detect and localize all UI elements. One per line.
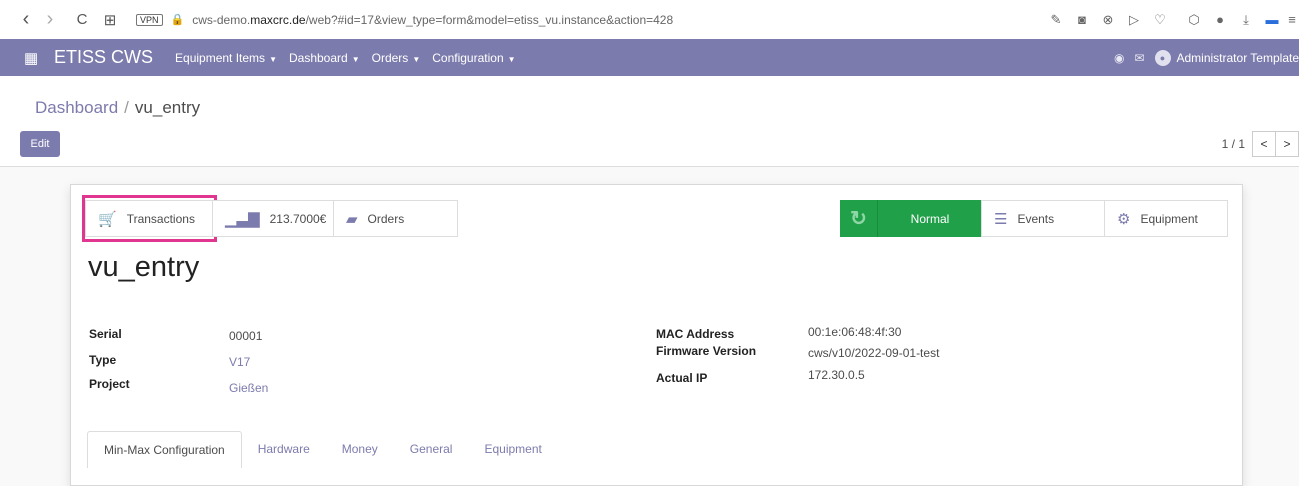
browser-toolbar: ‹ › C ⊞ VPN 🔒 cws-demo.maxcrc.de/web?#id… [0, 0, 1299, 40]
equipment-button[interactable]: ⚙ Equipment [1104, 200, 1228, 237]
firmware-version-label: Firmware Version [656, 344, 756, 358]
back-icon[interactable]: ‹ [14, 8, 38, 31]
apps-menu-icon[interactable]: ▦ [24, 49, 42, 67]
status-label: Normal [878, 212, 982, 226]
menu-label: Configuration [432, 51, 503, 65]
serial-label: Serial [89, 327, 122, 341]
caret-down-icon: ▼ [269, 55, 277, 64]
project-value[interactable]: Gießen [229, 381, 268, 395]
lock-icon[interactable]: 🔒 [171, 13, 185, 26]
gears-icon: ⚙ [1117, 210, 1130, 228]
notebook-tabs: Min-Max Configuration Hardware Money Gen… [87, 431, 558, 467]
control-panel: Dashboard / vu_entry Edit 1 / 1 < > [0, 76, 1299, 167]
menu-configuration[interactable]: Configuration ▼ [432, 51, 515, 65]
battery-icon[interactable]: ▬ [1259, 12, 1285, 27]
form-sheet: 🛒 Transactions ▁▃▇ 213.7000€ ▰ Orders ↻ … [70, 184, 1243, 486]
apps-grid-icon[interactable]: ⊞ [98, 11, 122, 29]
navbar-right: ◉ ✉ ● Administrator Template [1114, 39, 1299, 76]
menu-dashboard[interactable]: Dashboard ▼ [289, 51, 360, 65]
breadcrumb-current: vu_entry [135, 98, 200, 117]
orders-button[interactable]: ▰ Orders [333, 200, 458, 237]
server-icon: ☰ [994, 210, 1007, 228]
bar-chart-icon: ▁▃▇ [225, 210, 260, 228]
tab-hardware[interactable]: Hardware [242, 431, 326, 467]
caret-down-icon: ▼ [508, 55, 516, 64]
edit-button[interactable]: Edit [20, 131, 60, 157]
camera-icon[interactable]: ◙ [1069, 12, 1095, 27]
url-prefix: cws-demo. [192, 13, 250, 27]
project-label: Project [89, 377, 130, 391]
menu-icon[interactable]: ≡ [1285, 12, 1299, 27]
chat-icon[interactable]: ✉ [1134, 51, 1144, 65]
pager-previous-button[interactable]: < [1252, 131, 1276, 157]
block-icon[interactable]: ⊗ [1095, 12, 1121, 28]
user-menu[interactable]: Administrator Template [1177, 51, 1299, 65]
type-value[interactable]: V17 [229, 355, 250, 369]
pager: 1 / 1 < > [1222, 131, 1299, 157]
amount-label: 213.7000€ [270, 212, 327, 226]
refresh-icon: ↻ [840, 200, 878, 237]
main-navbar: ▦ ETISS CWS Equipment Items▼ Dashboard▼ … [0, 39, 1299, 76]
firmware-version-value: cws/v10/2022-09-01-test [808, 346, 939, 360]
highlight-box [82, 195, 217, 242]
menu-label: Equipment Items [175, 51, 265, 65]
edit-page-icon[interactable]: ✎ [1043, 12, 1069, 28]
favorite-icon[interactable]: ♡ [1147, 12, 1173, 28]
breadcrumb-dashboard[interactable]: Dashboard [35, 98, 118, 117]
type-label: Type [89, 353, 116, 367]
extensions-icon[interactable]: ⬡ [1181, 12, 1207, 28]
breadcrumb: Dashboard / vu_entry [35, 98, 200, 118]
caret-down-icon: ▼ [352, 55, 360, 64]
tab-equipment[interactable]: Equipment [468, 431, 557, 467]
download-icon[interactable]: ⤓ [1233, 12, 1259, 28]
browser-actions: ✎ ◙ ⊗ ▷ ♡ ⬡ ● ⤓ ▬ ≡ [1043, 0, 1299, 39]
pager-value[interactable]: 1 / 1 [1222, 137, 1245, 151]
menu-label: Dashboard [289, 51, 348, 65]
serial-value: 00001 [229, 329, 262, 343]
tab-general[interactable]: General [394, 431, 469, 467]
pager-next-button[interactable]: > [1275, 131, 1299, 157]
tab-money[interactable]: Money [326, 431, 394, 467]
record-title: vu_entry [88, 251, 199, 284]
url-domain: maxcrc.de [250, 13, 305, 27]
events-button[interactable]: ☰ Events [981, 200, 1105, 237]
mac-address-value: 00:1e:06:48:4f:30 [808, 325, 901, 339]
equipment-label: Equipment [1140, 212, 1197, 226]
tab-min-max-configuration[interactable]: Min-Max Configuration [87, 431, 242, 468]
book-icon: ▰ [346, 210, 358, 228]
top-menu: Equipment Items▼ Dashboard▼ Orders▼ Conf… [175, 51, 528, 65]
orders-label: Orders [368, 212, 405, 226]
send-icon[interactable]: ▷ [1121, 12, 1147, 28]
amount-button[interactable]: ▁▃▇ 213.7000€ [212, 200, 334, 237]
caret-down-icon: ▼ [412, 55, 420, 64]
actual-ip-value: 172.30.0.5 [808, 368, 865, 382]
reload-icon[interactable]: C [70, 11, 94, 28]
activity-icon[interactable]: ◉ [1114, 51, 1124, 65]
status-button[interactable]: ↻ Normal [840, 200, 982, 237]
events-label: Events [1017, 212, 1054, 226]
forward-icon[interactable]: › [38, 8, 62, 31]
menu-label: Orders [372, 51, 409, 65]
app-brand[interactable]: ETISS CWS [54, 47, 153, 68]
breadcrumb-separator: / [124, 98, 129, 117]
actual-ip-label: Actual IP [656, 371, 707, 385]
menu-equipment-items[interactable]: Equipment Items ▼ [175, 51, 277, 65]
mac-address-label: MAC Address [656, 327, 734, 341]
address-bar[interactable]: cws-demo.maxcrc.de/web?#id=17&view_type=… [192, 13, 673, 27]
url-path: /web?#id=17&view_type=form&model=etiss_v… [306, 13, 674, 27]
menu-orders[interactable]: Orders▼ [372, 51, 421, 65]
vpn-badge[interactable]: VPN [136, 14, 163, 26]
profile-icon[interactable]: ● [1207, 12, 1233, 27]
avatar[interactable]: ● [1155, 50, 1171, 66]
